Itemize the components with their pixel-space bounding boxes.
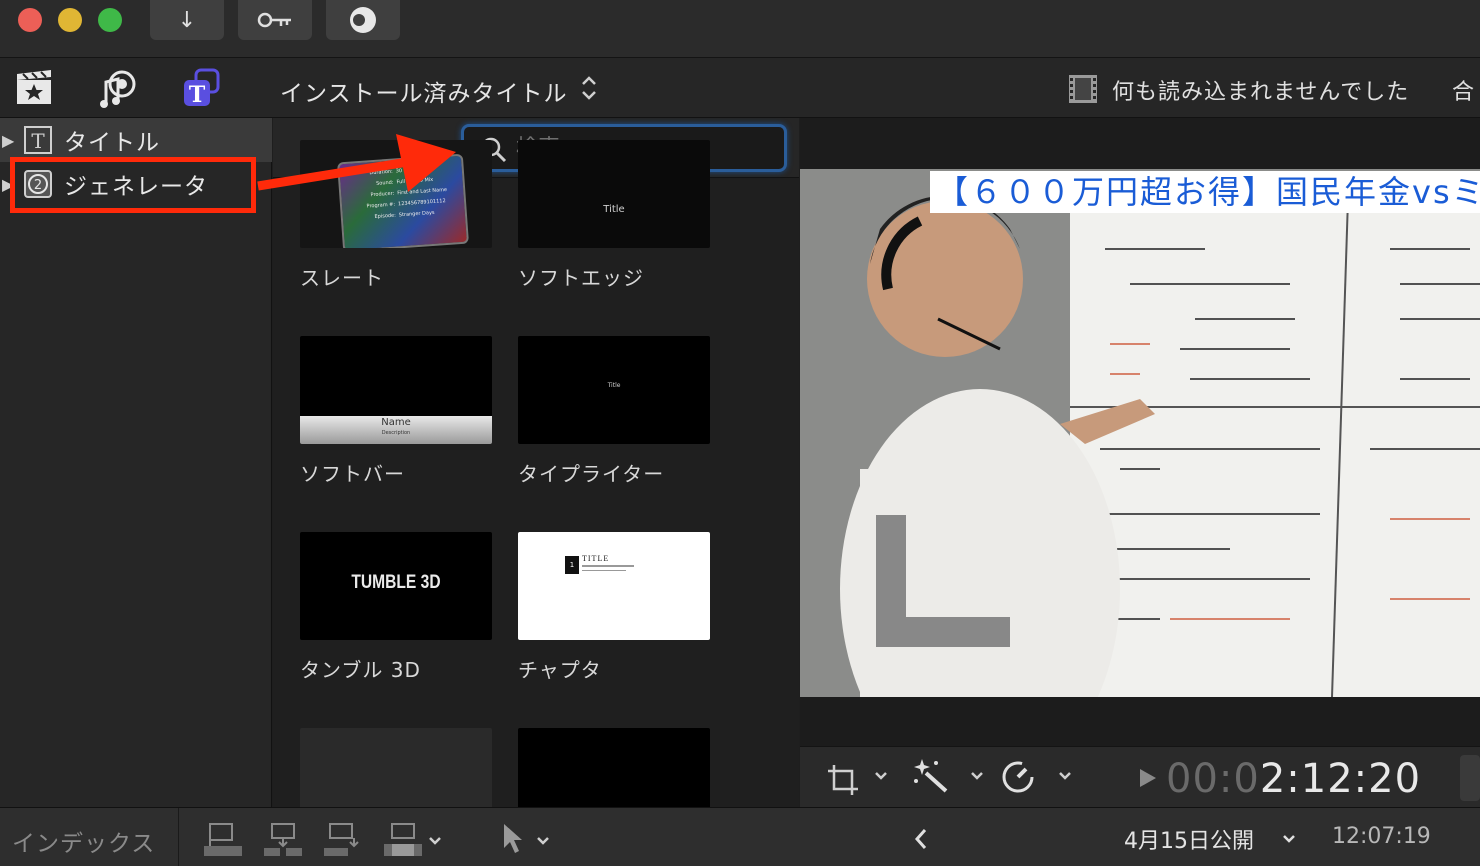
slate-key: Sound: <box>375 179 394 187</box>
import-button[interactable]: ↓ <box>150 0 224 40</box>
append-clip-icon[interactable] <box>324 822 362 856</box>
tile-label: タイプライター <box>518 462 665 486</box>
thumb-text: Name <box>381 417 411 428</box>
annotation-highlight-box <box>10 157 256 213</box>
keywords-button[interactable] <box>238 0 312 40</box>
tile-thumbnail: 1 TITLE <box>518 532 710 640</box>
filmstrip-icon <box>1069 75 1097 103</box>
browser-toolbar: T インストール済みタイトル <box>0 58 800 118</box>
tile-label: チャプタ <box>518 658 602 682</box>
thumb-text: Title <box>603 204 625 215</box>
close-window-button[interactable] <box>18 8 42 32</box>
connect-clip-icon[interactable] <box>204 822 242 856</box>
slate-key: Episode: <box>374 212 397 221</box>
slate-value: Stranger Days <box>398 209 435 219</box>
retime-speed-icon[interactable] <box>1000 759 1036 795</box>
tile-thumbnail: Name Description <box>300 336 492 444</box>
sidebar: ▶ T タイトル ▶ 2 ジェネレータ <box>0 118 272 807</box>
viewer-side-control[interactable] <box>1460 755 1480 801</box>
tile-thumbnail <box>300 728 492 807</box>
index-button[interactable]: インデックス <box>12 824 155 858</box>
thumb-text: TUMBLE 3D <box>351 572 441 593</box>
sidebar-item-titles[interactable]: ▶ T タイトル <box>0 118 272 162</box>
key-icon <box>257 12 291 28</box>
slate-value: Full Stereo Mix <box>396 176 434 186</box>
chevron-down-icon[interactable] <box>970 771 984 781</box>
chevron-down-icon[interactable] <box>1282 834 1296 844</box>
select-tool-icon[interactable] <box>500 822 524 856</box>
chevron-updown-icon[interactable] <box>580 74 598 102</box>
thumb-text: TITLE <box>582 554 610 563</box>
music-sound-icon[interactable] <box>98 68 138 108</box>
video-frame-image <box>800 169 1480 697</box>
timecode-dim: 00:0 <box>1166 756 1260 802</box>
overwrite-clip-icon[interactable] <box>384 822 422 856</box>
svg-text:T: T <box>189 82 206 108</box>
titles-generators-icon[interactable]: T <box>182 68 222 108</box>
project-duration-label: 12:07:19 <box>1332 824 1431 849</box>
minimize-window-button[interactable] <box>58 8 82 32</box>
magic-wand-icon[interactable] <box>912 757 950 795</box>
import-icon: ↓ <box>177 7 197 33</box>
slate-value: 30 <box>395 167 403 175</box>
slate-value: 123456789101112 <box>397 198 446 208</box>
tile-thumbnail <box>518 728 710 807</box>
tile-thumbnail: Title <box>518 140 710 248</box>
video-frame-title: 【６００万円超お得】国民年金vsミ <box>930 171 1480 213</box>
tile-thumbnail: Duration: 30 Sound: Full Stereo Mix Produc… <box>300 140 492 248</box>
title-T-icon: T <box>24 126 52 154</box>
slate-key: Program #: <box>366 201 396 210</box>
disclosure-triangle-icon[interactable]: ▶ <box>2 131 18 150</box>
viewer-message: 何も読み込まれませんでした <box>1112 80 1410 105</box>
tile-thumbnail: Title <box>518 336 710 444</box>
browser-content: Duration:30 Sound:Full Stereo Mix Produc… <box>273 118 799 807</box>
chevron-down-icon[interactable] <box>428 836 442 846</box>
timecode-bright: 2:12:20 <box>1259 756 1422 802</box>
chevron-down-icon[interactable] <box>536 836 550 846</box>
tile-label: ソフトエッジ <box>518 266 644 290</box>
zoom-window-button[interactable] <box>98 8 122 32</box>
tile-thumbnail: TUMBLE 3D <box>300 532 492 640</box>
thumb-subtext: Description <box>381 430 411 436</box>
chevron-down-icon[interactable] <box>1058 771 1072 781</box>
video-frame: 【６００万円超お得】国民年金vsミ <box>800 169 1480 697</box>
crop-icon[interactable] <box>826 763 860 797</box>
window-titlebar: ↓ <box>0 0 1480 58</box>
timecode-display: 00:02:12:20 <box>1166 756 1421 802</box>
media-library-icon[interactable] <box>14 68 54 108</box>
svg-text:T: T <box>31 129 45 153</box>
viewer-extra-text[interactable]: 合 <box>1452 74 1474 106</box>
viewer-header: 何も読み込まれませんでした 合 <box>800 58 1480 118</box>
slate-key: Duration: <box>369 168 393 177</box>
project-name-label[interactable]: 4月15日公開 <box>1124 823 1254 855</box>
tile-label: タンブル 3D <box>300 658 421 682</box>
library-title[interactable]: インストール済みタイトル <box>280 74 568 108</box>
background-tasks-icon <box>350 7 376 33</box>
chevron-left-icon[interactable] <box>914 828 928 850</box>
tile-label: スレート <box>300 266 384 290</box>
slate-value: First and Last Name <box>397 186 448 197</box>
timeline-toolbar: インデックス 4月15日公開 12:07:19 <box>0 807 1480 866</box>
tile-label: ソフトバー <box>300 462 405 486</box>
chevron-down-icon[interactable] <box>874 771 888 781</box>
background-tasks-button[interactable] <box>326 0 400 40</box>
slate-key: Producer: <box>370 190 395 199</box>
insert-clip-icon[interactable] <box>264 822 302 856</box>
sidebar-item-label: タイトル <box>64 130 160 156</box>
play-icon[interactable] <box>1138 767 1158 789</box>
thumb-text: Title <box>607 382 621 389</box>
